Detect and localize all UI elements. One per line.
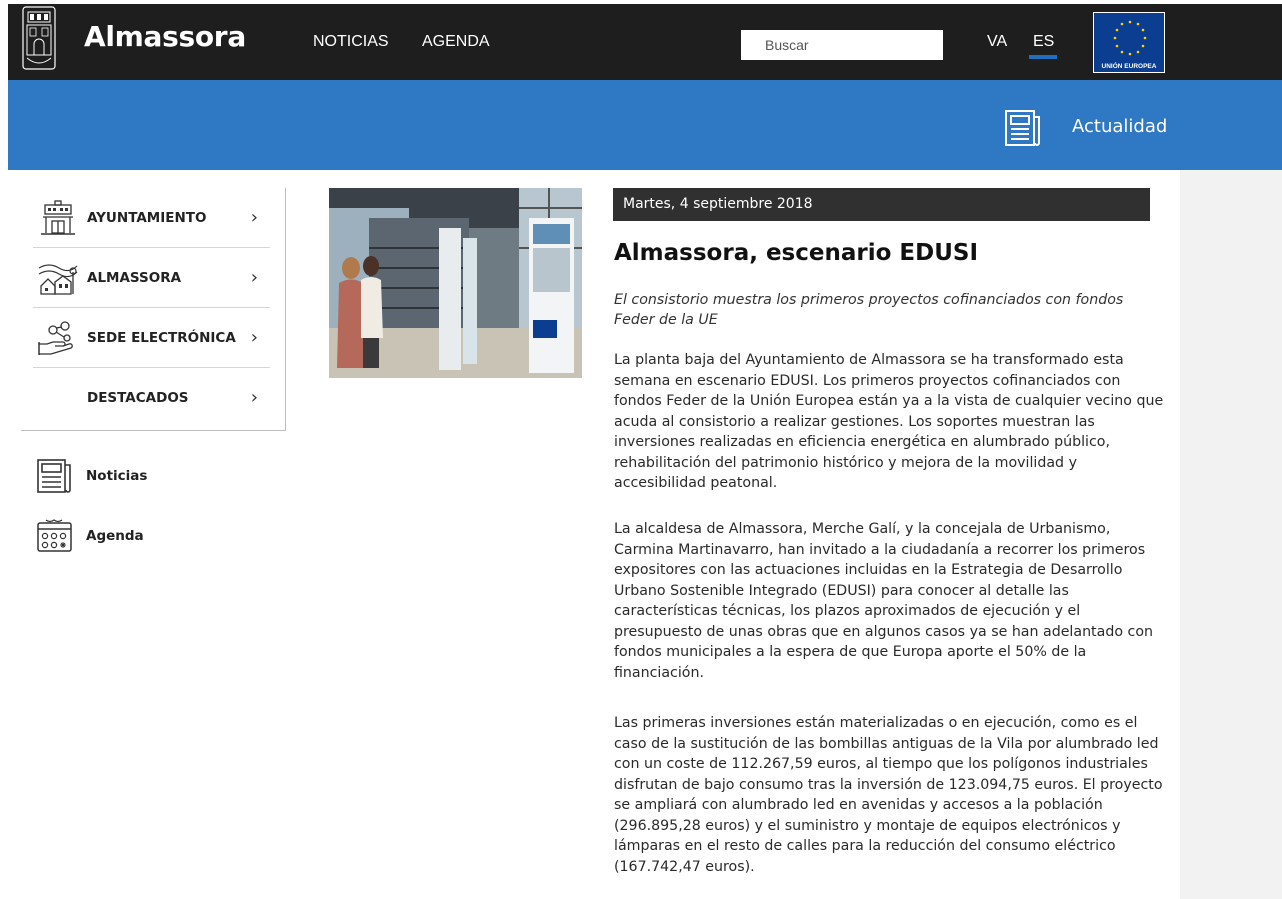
section-banner: Actualidad: [8, 80, 1282, 170]
town-crest-icon[interactable]: [22, 6, 56, 72]
newspaper-icon: [1005, 110, 1040, 146]
quick-link-label: Noticias: [86, 468, 148, 484]
article-paragraph: Las primeras inversiones están materiali…: [614, 715, 1163, 875]
lang-va[interactable]: VA: [987, 33, 1007, 51]
nav-noticias[interactable]: NOTICIAS: [313, 33, 389, 51]
article-date: Martes, 4 septiembre 2018: [613, 188, 1150, 221]
search-input[interactable]: [741, 30, 943, 60]
hand-network-icon: [38, 321, 73, 355]
sidebar-item-label: ALMASSORA: [87, 270, 182, 286]
calendar-icon: [37, 519, 72, 552]
sidebar-item-almassora[interactable]: ALMASSORA ›: [33, 248, 270, 308]
sidebar-item-label: AYUNTAMIENTO: [87, 210, 207, 226]
chevron-right-icon: ›: [250, 387, 258, 408]
top-header-bar: Almassora NOTICIAS AGENDA VA ES UNIÓN EU…: [8, 4, 1282, 80]
sidebar-item-sede-electronica[interactable]: SEDE ELECTRÓNICA ›: [33, 308, 270, 368]
banner-title: Actualidad: [1072, 116, 1168, 137]
quick-link-agenda[interactable]: Agenda: [36, 518, 236, 554]
nav-agenda[interactable]: AGENDA: [422, 33, 490, 51]
sidebar-menu: AYUNTAMIENTO › ALMASSORA › SEDE ELECTRÓN: [21, 188, 286, 431]
article-title: Almassora, escenario EDUSI: [614, 240, 979, 266]
article-paragraph: La planta baja del Ayuntamiento de Almas…: [614, 352, 1164, 491]
sidebar-item-label: DESTACADOS: [87, 390, 189, 406]
eu-flag-logo[interactable]: UNIÓN EUROPEA: [1093, 12, 1165, 73]
newspaper-icon: [37, 459, 71, 493]
article-photo[interactable]: [329, 188, 582, 378]
sidebar-item-label: SEDE ELECTRÓNICA: [87, 330, 236, 346]
chevron-right-icon: ›: [250, 207, 258, 228]
sidebar-item-destacados[interactable]: DESTACADOS ›: [33, 368, 270, 428]
town-hall-icon: [41, 200, 75, 235]
site-brand[interactable]: Almassora: [84, 20, 246, 53]
quick-link-label: Agenda: [86, 528, 144, 544]
right-gutter: [1180, 170, 1282, 899]
sidebar-item-ayuntamiento[interactable]: AYUNTAMIENTO ›: [33, 188, 270, 248]
lang-es[interactable]: ES: [1033, 33, 1054, 51]
chevron-right-icon: ›: [250, 327, 258, 348]
eu-label: UNIÓN EUROPEA: [1101, 63, 1157, 70]
town-icon: [38, 264, 78, 295]
quick-link-noticias[interactable]: Noticias: [36, 458, 236, 494]
active-language-indicator: [1029, 55, 1057, 59]
exhibition-photo-image: [329, 188, 582, 378]
top-header: Almassora NOTICIAS AGENDA VA ES UNIÓN EU…: [0, 0, 1282, 80]
article-paragraph: La alcaldesa de Almassora, Merche Galí, …: [614, 521, 1153, 681]
chevron-right-icon: ›: [250, 267, 258, 288]
eu-stars-icon: [1113, 20, 1147, 56]
article-subtitle: El consistorio muestra los primeros proy…: [614, 292, 1124, 328]
